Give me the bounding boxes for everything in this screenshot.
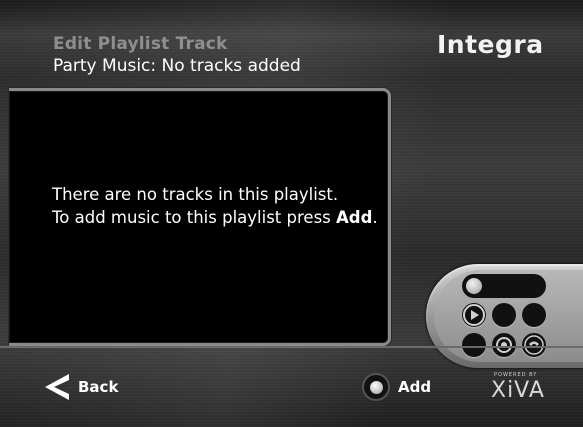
chevron-left-icon <box>45 374 69 400</box>
button-circle-icon <box>364 375 388 399</box>
button-dot-icon <box>369 380 383 394</box>
empty-message-line2: To add music to this playlist press Add. <box>52 206 382 229</box>
brand-logo: Integra <box>437 30 544 59</box>
empty-message-period: . <box>372 208 378 227</box>
remote-button-icon <box>522 303 546 327</box>
play-icon <box>462 303 486 327</box>
pill-button-dot-icon <box>466 278 482 294</box>
empty-message-line1: There are no tracks in this playlist. <box>52 185 339 204</box>
back-label: Back <box>78 378 119 396</box>
add-label: Add <box>398 378 432 396</box>
add-keyword: Add <box>336 208 373 227</box>
page-title: Edit Playlist Track <box>53 34 228 54</box>
add-button[interactable]: Add <box>364 374 431 400</box>
screen: Edit Playlist Track Party Music: No trac… <box>0 0 583 427</box>
remote-button-icon <box>492 303 516 327</box>
back-button[interactable]: Back <box>42 372 118 402</box>
empty-message-line2-text: To add music to this playlist press <box>52 208 331 227</box>
remote-button-icon <box>462 333 486 357</box>
record-icon <box>492 333 516 357</box>
page-subtitle: Party Music: No tracks added <box>53 56 301 76</box>
footer-divider <box>0 346 583 348</box>
empty-message: There are no tracks in this playlist. To… <box>52 183 382 229</box>
xiva-logo: XiVA <box>491 378 545 403</box>
content-panel: There are no tracks in this playlist. To… <box>9 88 391 346</box>
phone-icon <box>522 333 546 357</box>
